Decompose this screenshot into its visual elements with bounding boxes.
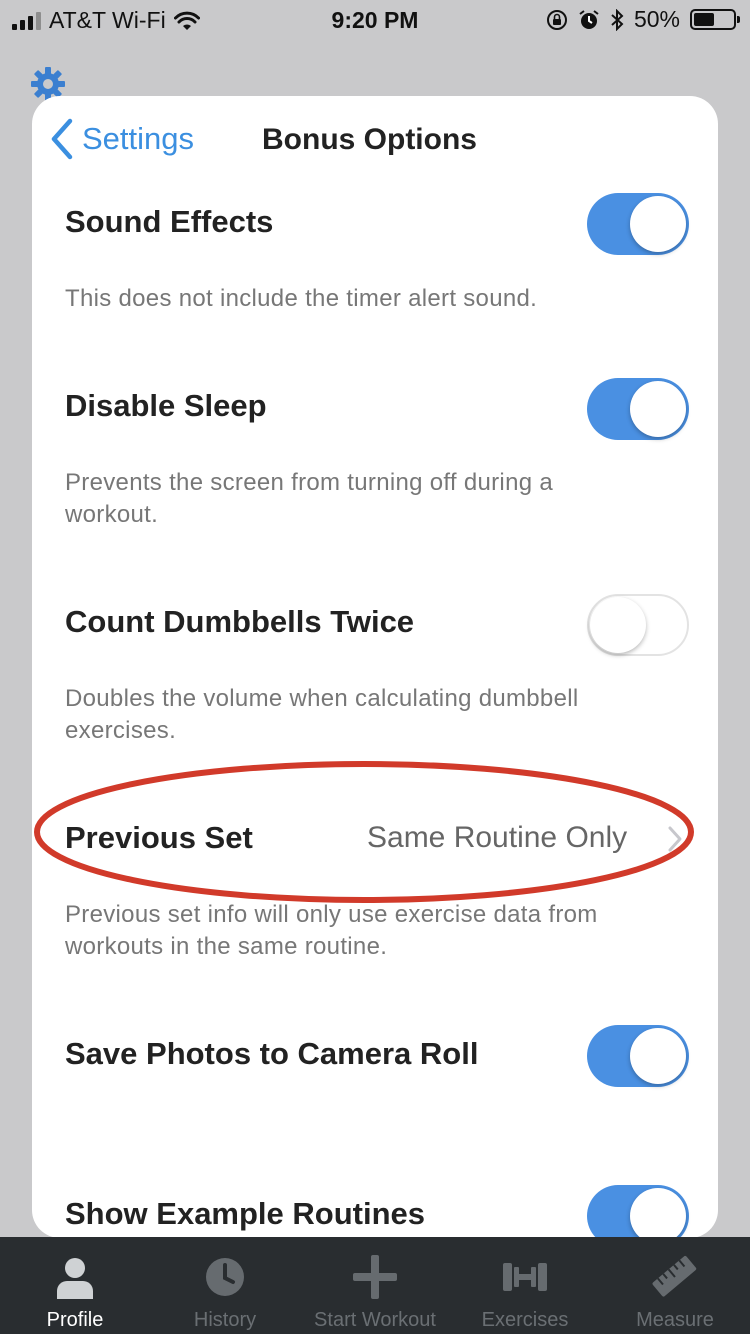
tab-measure[interactable]: Measure bbox=[600, 1237, 750, 1334]
dumbbell-icon bbox=[503, 1263, 547, 1291]
tab-label: History bbox=[193, 1309, 257, 1331]
setting-description: This does not include the timer alert so… bbox=[65, 285, 538, 312]
alarm-icon bbox=[579, 9, 599, 29]
setting-description: Doubles the volume when calculating dumb… bbox=[65, 685, 579, 744]
sound-effects-toggle[interactable] bbox=[587, 193, 689, 255]
tab-start-workout[interactable]: Start Workout bbox=[300, 1237, 450, 1334]
back-button[interactable]: Settings bbox=[50, 118, 194, 160]
tab-profile[interactable]: Profile bbox=[0, 1237, 150, 1334]
example-routines-toggle[interactable] bbox=[587, 1185, 689, 1238]
clock-icon bbox=[206, 1258, 244, 1296]
back-label: Settings bbox=[82, 121, 195, 156]
status-right: 50% bbox=[546, 6, 740, 33]
tab-bar: Profile History Start Workout Exercises bbox=[0, 1237, 750, 1334]
setting-title: Sound Effects bbox=[65, 204, 274, 239]
setting-title: Disable Sleep bbox=[65, 388, 267, 423]
tab-exercises[interactable]: Exercises bbox=[450, 1237, 600, 1334]
setting-title: Count Dumbbells Twice bbox=[65, 604, 415, 639]
plus-icon bbox=[353, 1255, 397, 1299]
count-dumbbells-toggle[interactable] bbox=[587, 594, 689, 656]
save-photos-toggle[interactable] bbox=[587, 1025, 689, 1087]
battery-icon bbox=[690, 9, 740, 30]
person-icon bbox=[57, 1258, 93, 1299]
disable-sleep-toggle[interactable] bbox=[587, 378, 689, 440]
tab-label: Start Workout bbox=[314, 1309, 436, 1331]
chevron-left-icon bbox=[51, 118, 73, 160]
setting-title: Show Example Routines bbox=[65, 1196, 426, 1231]
setting-description: Prevents the screen from turning off dur… bbox=[65, 469, 553, 528]
page-title: Bonus Options bbox=[262, 123, 477, 156]
tab-label: Measure bbox=[636, 1309, 714, 1331]
bluetooth-icon bbox=[611, 8, 624, 31]
setting-title: Save Photos to Camera Roll bbox=[65, 1036, 479, 1071]
setting-title: Previous Set bbox=[65, 820, 253, 855]
bonus-options-sheet: Settings Bonus Options Sound Effects Thi… bbox=[32, 96, 718, 1238]
tab-label: Exercises bbox=[481, 1309, 569, 1331]
nav-bar: Settings Bonus Options bbox=[32, 96, 718, 186]
tab-label: Profile bbox=[46, 1309, 104, 1331]
battery-percent: 50% bbox=[633, 6, 680, 32]
status-bar: AT&T Wi-Fi 9:20 PM 50% bbox=[0, 0, 750, 40]
setting-description: Previous set info will only use exercise… bbox=[65, 901, 598, 960]
chevron-right-icon bbox=[668, 826, 682, 852]
previous-set-value[interactable]: Same Routine Only bbox=[367, 821, 627, 855]
tab-history[interactable]: History bbox=[150, 1237, 300, 1334]
ruler-icon bbox=[652, 1256, 697, 1297]
orientation-lock-icon bbox=[546, 9, 567, 30]
